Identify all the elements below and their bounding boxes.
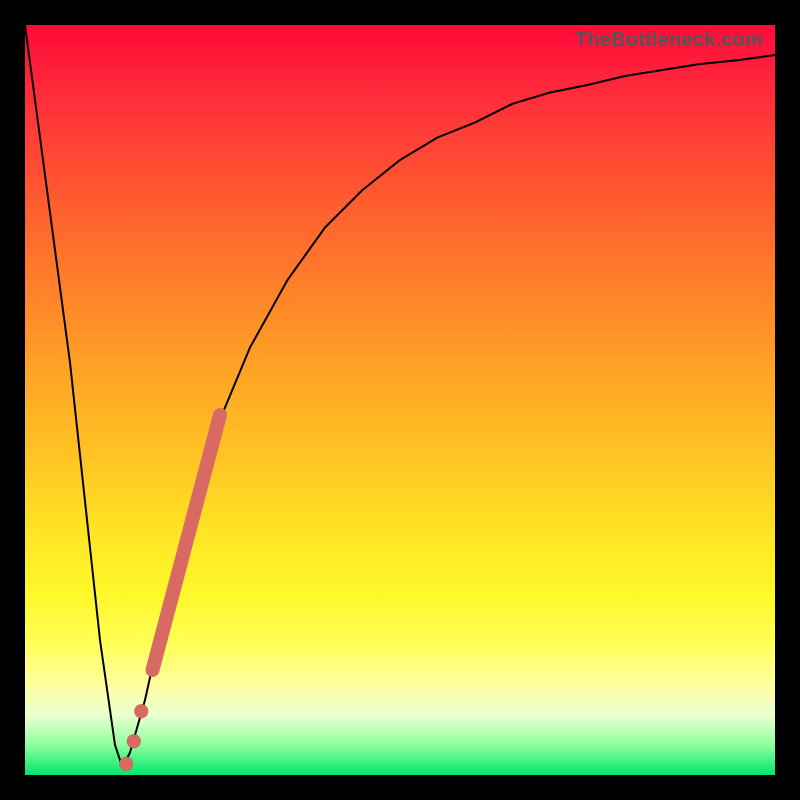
- dot-1: [134, 704, 148, 718]
- plot-area: TheBottleneck.com: [25, 25, 775, 775]
- dot-2: [127, 734, 141, 748]
- bottleneck-curve-path: [25, 25, 775, 768]
- chart-frame: TheBottleneck.com: [0, 0, 800, 800]
- marker-dots: [119, 704, 148, 771]
- highlight-segment: [153, 415, 221, 670]
- curve-svg: [25, 25, 775, 775]
- dot-3: [119, 757, 133, 771]
